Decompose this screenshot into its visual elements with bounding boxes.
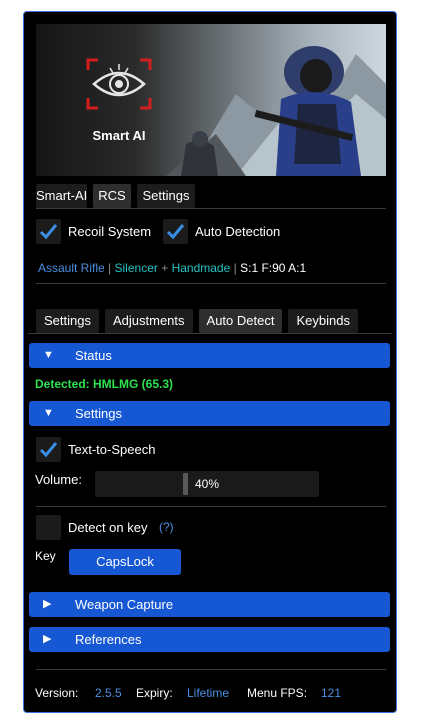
attachment-2: Handmade (171, 261, 231, 275)
menu-window: Smart AI Smart-AI RCS Settings Recoil Sy… (23, 11, 397, 713)
text-to-speech-label: Text-to-Speech (68, 442, 156, 457)
auto-detection-label: Auto Detection (195, 224, 281, 239)
separator: | (108, 261, 112, 275)
weapon-info-line: Assault Rifle | Silencer + Handmade | S:… (38, 261, 306, 275)
divider (36, 669, 386, 670)
version-value: 2.5.5 (95, 686, 122, 700)
weapon-capture-label: Weapon Capture (75, 597, 174, 612)
detect-on-key-checkbox[interactable] (36, 515, 61, 540)
keybind-button[interactable]: CapsLock (69, 549, 181, 575)
sub-tabs: Settings Adjustments Auto Detect Keybind… (36, 309, 358, 333)
references-label: References (75, 632, 142, 647)
smart-ai-logo-icon (86, 58, 152, 110)
checkmark-icon (39, 224, 58, 240)
status-header[interactable]: ▼ Status (29, 343, 390, 368)
key-label: Key (35, 549, 56, 563)
divider (28, 333, 392, 334)
collapsed-arrow-icon: ▶ (43, 633, 52, 645)
volume-slider[interactable]: 40% (95, 471, 319, 497)
expanded-arrow-icon: ▼ (43, 407, 54, 419)
checkmark-icon (166, 224, 185, 240)
banner-image: Smart AI (36, 24, 386, 176)
divider (36, 283, 386, 284)
tab-settings[interactable]: Settings (137, 184, 195, 208)
version-label: Version: (35, 686, 79, 700)
weapon-name: Assault Rifle (38, 261, 105, 275)
checkmark-icon (39, 442, 58, 458)
subtab-settings[interactable]: Settings (36, 309, 99, 333)
detected-status: Detected: HMLMG (65.3) (35, 377, 174, 391)
recoil-system-checkbox[interactable] (36, 219, 61, 244)
references-header[interactable]: ▶ References (29, 627, 390, 652)
volume-value: 40% (194, 477, 220, 491)
status-header-label: Status (75, 348, 112, 363)
subtab-keybinds[interactable]: Keybinds (288, 309, 358, 333)
divider (36, 506, 386, 507)
main-tabs: Smart-AI RCS Settings (36, 184, 195, 208)
subtab-adjustments[interactable]: Adjustments (104, 309, 193, 333)
fps-label: Menu FPS: (247, 686, 308, 700)
auto-detection-checkbox[interactable] (163, 219, 188, 244)
settings-header[interactable]: ▼ Settings (29, 401, 390, 426)
detect-on-key-label: Detect on key (68, 520, 148, 535)
divider (36, 208, 386, 209)
text-to-speech-checkbox[interactable] (36, 437, 61, 462)
expanded-arrow-icon: ▼ (43, 349, 54, 361)
subtab-auto-detect[interactable]: Auto Detect (198, 309, 283, 333)
separator: | (233, 261, 237, 275)
weapon-capture-header[interactable]: ▶ Weapon Capture (29, 592, 390, 617)
tab-smart-ai[interactable]: Smart-AI (36, 184, 87, 208)
expiry-label: Expiry: (136, 686, 173, 700)
expiry-value: Lifetime (187, 686, 230, 700)
help-tooltip-marker[interactable]: (?) (159, 520, 174, 534)
logo-text: Smart AI (92, 128, 146, 143)
recoil-system-label: Recoil System (68, 224, 152, 239)
tab-rcs[interactable]: RCS (93, 184, 131, 208)
volume-label: Volume: (35, 472, 82, 487)
plus-sign: + (161, 261, 169, 275)
collapsed-arrow-icon: ▶ (43, 598, 52, 610)
weapon-stats: S:1 F:90 A:1 (240, 261, 307, 275)
attachment-1: Silencer (114, 261, 158, 275)
settings-header-label: Settings (75, 406, 122, 421)
fps-value: 121 (321, 686, 342, 700)
